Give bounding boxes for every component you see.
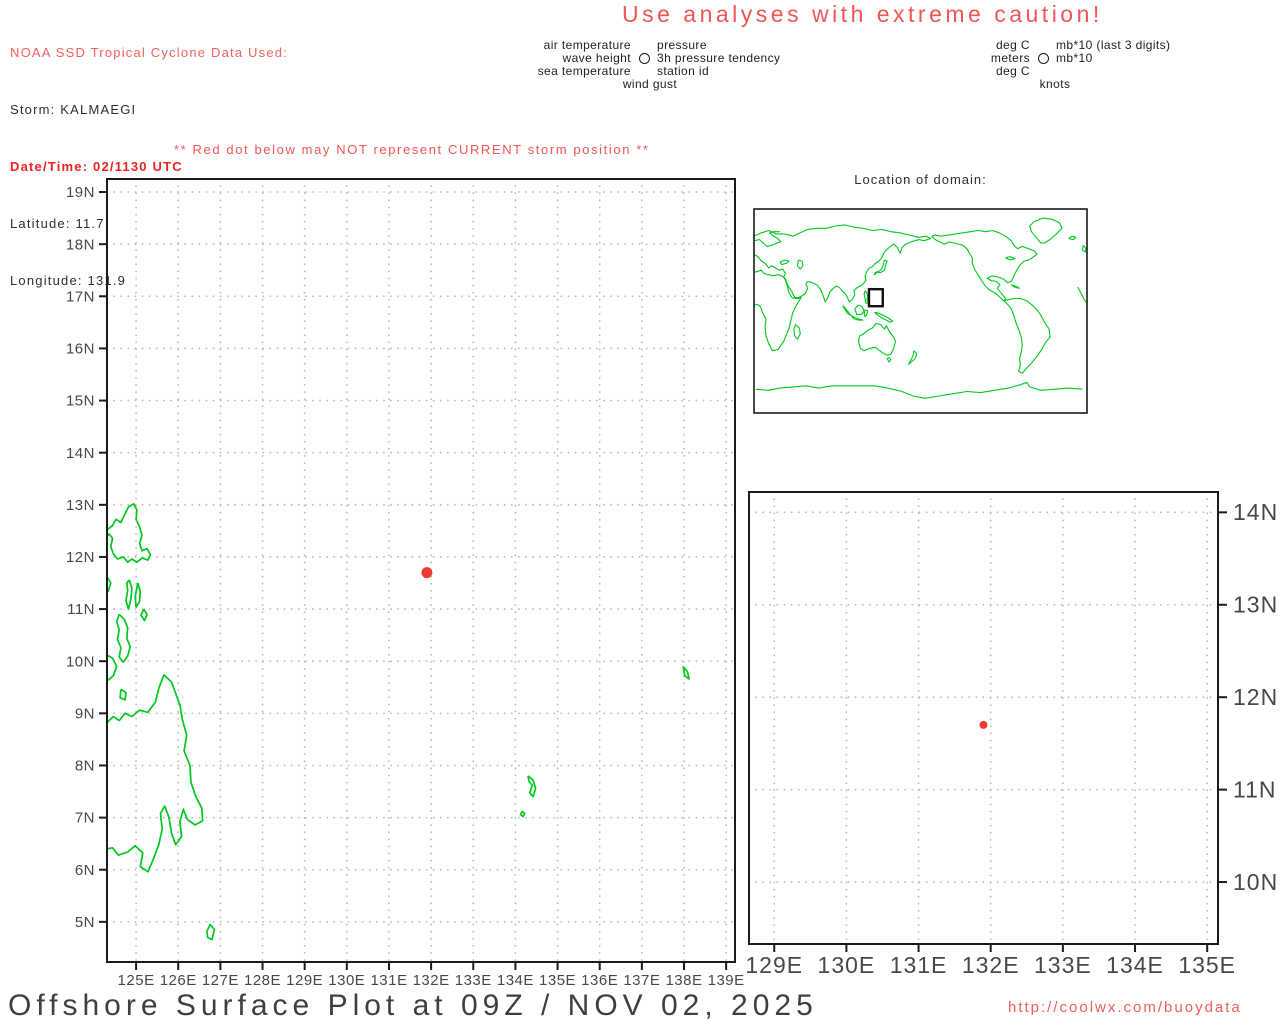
buoy-plot-page: NOAA SSD Tropical Cyclone Data Used: Sto…: [0, 0, 1280, 1024]
main-plot-tick-labels: 125E 126E 127E 128E 129E 130E 131E 132E 133E 134E…: [66, 184, 745, 989]
main-plot-x-label: 133E: [455, 972, 492, 989]
coastline-leyte: [115, 613, 132, 664]
main-plot-ticks: [99, 191, 728, 970]
world-coastline-west_africa_edge: [1077, 286, 1087, 304]
main-plot-y-label: 18N: [66, 236, 95, 253]
main-plot-x-label: 139E: [708, 972, 745, 989]
main-plot-y-label: 8N: [75, 758, 95, 775]
coastline-bohol: [107, 654, 118, 681]
coastline-island_c: [134, 582, 142, 608]
coastline-samar: [107, 502, 152, 564]
detail-plot-x-label: 129E: [745, 952, 803, 978]
main-plot-y-label: 11N: [67, 601, 95, 618]
detail-plot-storm-dot: [979, 720, 988, 729]
main-plot-x-label: 128E: [244, 972, 281, 989]
world-coastline-iceland: [1068, 235, 1077, 241]
world-coastline-north_america: [931, 229, 1038, 302]
detail-plot-y-label: 14N: [1233, 499, 1278, 525]
main-plot: 125E 126E 127E 128E 129E 130E 131E 132E 133E 134E…: [66, 178, 745, 989]
world-coastline-new_guinea: [873, 311, 894, 323]
coastline-palau_south: [519, 810, 526, 818]
main-plot-y-label: 16N: [66, 341, 95, 358]
world-coastline-africa: [754, 269, 802, 352]
coastline-island_b: [125, 579, 133, 610]
coastline-yap: [682, 665, 690, 680]
main-plot-x-label: 137E: [623, 972, 660, 989]
main-plot-y-label: 5N: [75, 914, 95, 931]
world-coastline-caspian_sea: [796, 259, 804, 270]
detail-plot-x-label: 134E: [1106, 952, 1164, 978]
detail-plot-border: [748, 491, 1219, 945]
main-plot-grid: [106, 178, 736, 963]
world-coastline-black_sea: [779, 259, 790, 266]
detail-plot-x-label: 132E: [962, 952, 1020, 978]
coastline-palau: [527, 775, 537, 798]
main-plot-x-label: 129E: [286, 972, 323, 989]
main-plot-x-label: 134E: [497, 972, 534, 989]
detail-plot: 129E 130E 131E 132E 133E 134E 135E 14N 13N 12N 11N…: [745, 491, 1278, 978]
main-plot-y-label: 17N: [66, 288, 95, 305]
main-plot-storm-dot: [421, 567, 433, 579]
world-coastline-tasmania: [886, 357, 892, 363]
world-coastline-madagascar: [793, 324, 801, 340]
detail-plot-x-label: 133E: [1034, 952, 1092, 978]
world-coastline-great_lakes: [1005, 256, 1016, 261]
detail-plot-x-label: 130E: [818, 952, 876, 978]
coastline-talaud: [206, 923, 216, 941]
main-plot-y-label: 7N: [75, 810, 95, 827]
main-plot-x-label: 131E: [370, 972, 407, 989]
main-plot-x-label: 130E: [328, 972, 365, 989]
main-plot-x-label: 135E: [539, 972, 576, 989]
main-plot-y-label: 13N: [66, 497, 95, 514]
detail-plot-y-label: 13N: [1233, 592, 1278, 618]
world-coastline-cuba: [1010, 284, 1021, 289]
main-plot-x-label: 132E: [413, 972, 450, 989]
coastline-mindanao: [107, 673, 204, 873]
world-coastline-antarctica: [755, 381, 1083, 399]
detail-plot-grid: [748, 491, 1219, 945]
world-coastline-uk: [1081, 244, 1087, 253]
main-plot-y-label: 10N: [66, 653, 95, 670]
detail-plot-ticks: [773, 511, 1227, 952]
main-plot-x-label: 126E: [160, 972, 197, 989]
main-plot-border: [106, 178, 736, 963]
main-plot-y-label: 9N: [75, 705, 95, 722]
main-plot-y-label: 15N: [66, 393, 95, 410]
coastline-island_d: [140, 608, 148, 622]
world-coastline-australia: [857, 322, 897, 356]
main-plot-coastlines: [107, 502, 690, 941]
main-plot-y-label: 14N: [66, 445, 95, 462]
main-plot-y-label: 6N: [75, 862, 95, 879]
detail-plot-y-label: 12N: [1233, 684, 1278, 710]
main-plot-x-label: 138E: [665, 972, 702, 989]
plot-canvas: 125E 126E 127E 128E 129E 130E 131E 132E 133E 134E…: [66, 178, 1278, 989]
page-title: Offshore Surface Plot at 09Z / NOV 02, 2…: [8, 989, 818, 1022]
source-url-link[interactable]: http://coolwx.com/buoydata: [1008, 999, 1242, 1016]
world-coastline-sumatra_java: [842, 304, 864, 321]
coastline-camiguin: [119, 688, 127, 701]
main-plot-y-label: 12N: [66, 549, 95, 566]
world-coastline-borneo: [854, 304, 865, 315]
detail-plot-y-label: 11N: [1233, 776, 1277, 802]
detail-plot-y-label: 10N: [1233, 869, 1278, 895]
domain-rect: [867, 287, 884, 308]
world-coastlines: [754, 217, 1087, 399]
main-plot-x-label: 127E: [202, 972, 239, 989]
main-plot-y-label: 19N: [66, 184, 95, 201]
world-coastline-new_zealand: [907, 350, 918, 365]
world-coastline-south_america: [1003, 297, 1051, 374]
world-coastline-sulawesi: [863, 309, 869, 318]
main-plot-x-label: 125E: [118, 972, 155, 989]
detail-plot-x-label: 131E: [890, 952, 948, 978]
world-coastline-greenland: [1029, 217, 1063, 244]
detail-plot-tick-labels: 129E 130E 131E 132E 133E 134E 135E 14N 13N 12N 11N…: [745, 499, 1278, 978]
world-map-inset: [753, 208, 1088, 414]
detail-plot-x-label: 135E: [1178, 952, 1236, 978]
main-plot-x-label: 136E: [581, 972, 618, 989]
